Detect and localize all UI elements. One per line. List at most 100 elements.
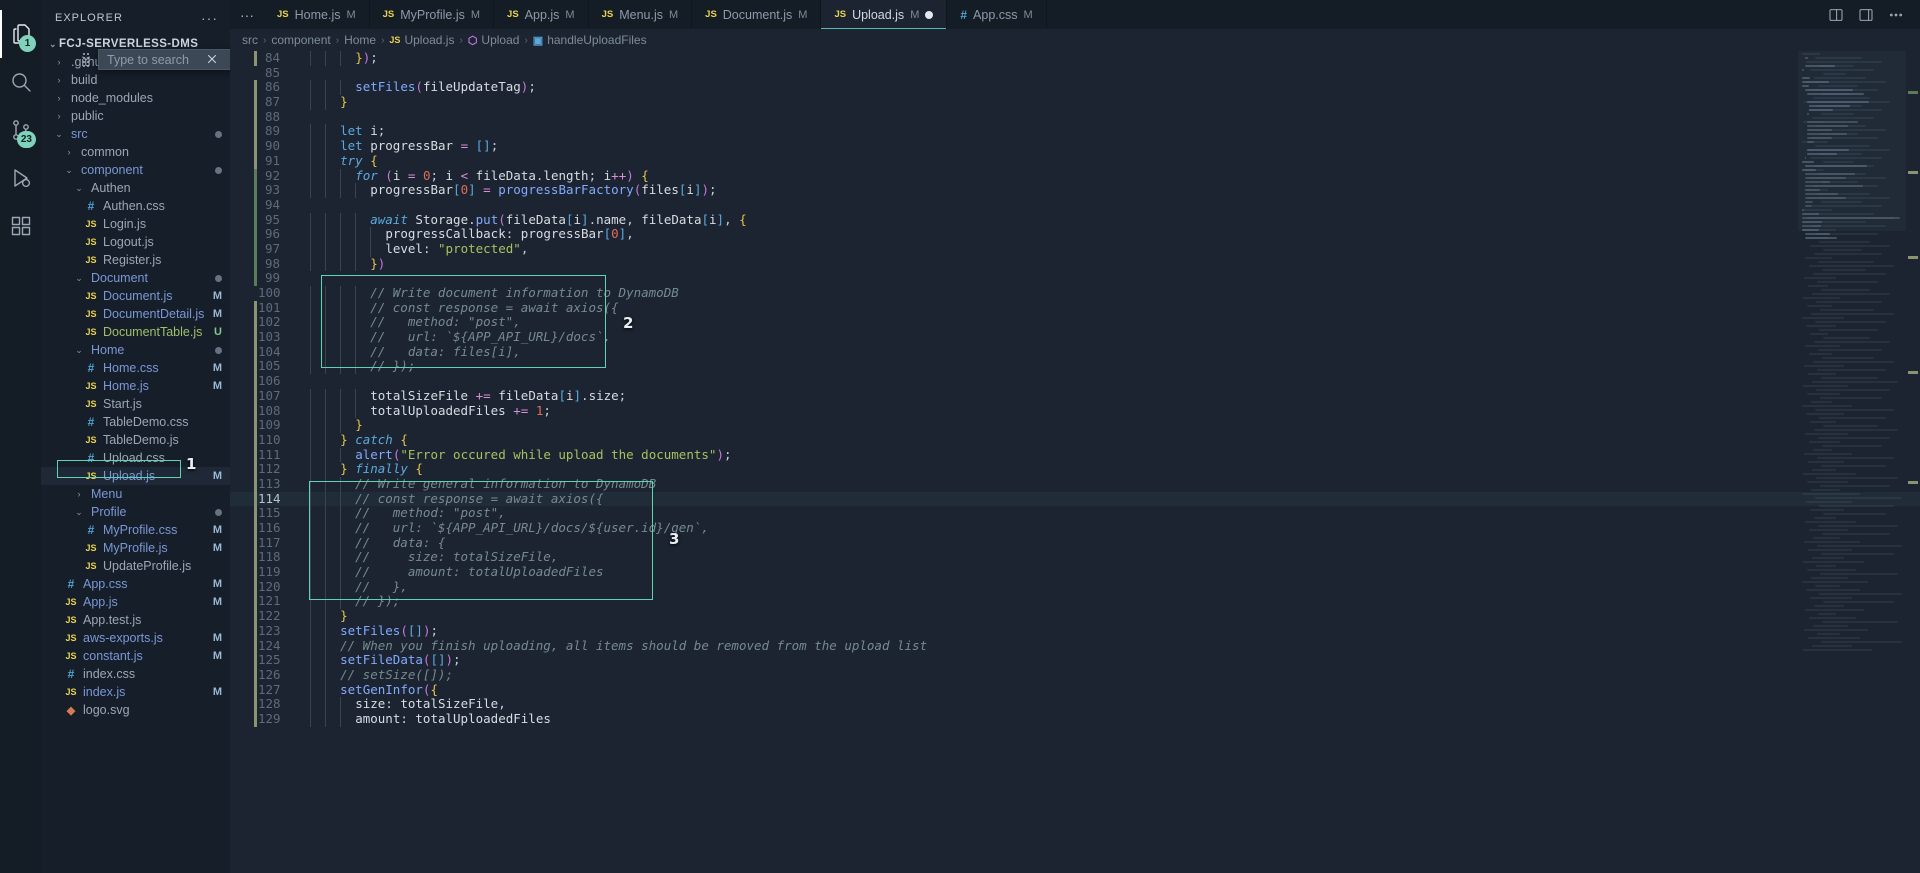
line-content[interactable]: amount: totalUploadedFiles — [292, 711, 551, 727]
tree-item-build[interactable]: › build — [41, 71, 230, 89]
code-line[interactable]: 106 — [230, 373, 1920, 389]
line-content[interactable]: // const response = await axios({ — [292, 491, 603, 507]
tree-item-app-test-js[interactable]: JS App.test.js — [41, 611, 230, 629]
tree-item-app-css[interactable]: # App.css M — [41, 575, 230, 593]
line-glyph-margin[interactable] — [230, 66, 258, 81]
line-content[interactable]: alert("Error occured while upload the do… — [292, 447, 731, 463]
line-content[interactable]: // method: "post", — [292, 315, 521, 330]
chevron-down-icon[interactable]: ⌄ — [73, 183, 85, 193]
search-widget-close-icon[interactable] — [204, 51, 220, 67]
tree-item-document-js[interactable]: JS Document.js M — [41, 287, 230, 305]
code-line[interactable]: 85 — [230, 65, 1920, 81]
line-content[interactable]: // When you finish uploading, all items … — [292, 638, 927, 654]
line-content[interactable]: try { — [292, 153, 378, 169]
tree-item-documenttable-js[interactable]: JS DocumentTable.js U — [41, 323, 230, 341]
line-content[interactable]: let progressBar = []; — [292, 138, 498, 154]
line-content[interactable]: level: "protected", — [292, 241, 528, 257]
code-line[interactable]: 97 level: "protected", — [230, 241, 1920, 257]
activity-item-search[interactable] — [0, 58, 41, 106]
more-actions-icon[interactable] — [1888, 7, 1904, 23]
breadcrumb-item-component[interactable]: component — [271, 33, 330, 47]
line-content[interactable] — [292, 271, 310, 286]
code-line[interactable]: 102 // method: "post", — [230, 315, 1920, 331]
code-line[interactable]: 111 alert("Error occured while upload th… — [230, 447, 1920, 463]
code-line[interactable]: 114 // const response = await axios({ — [230, 491, 1920, 507]
code-line[interactable]: 115 // method: "post", — [230, 505, 1920, 521]
tree-item-upload-css[interactable]: # Upload.css — [41, 449, 230, 467]
tree-item-logo-svg[interactable]: ◆ logo.svg — [41, 701, 230, 719]
code-line[interactable]: 107 totalSizeFile += fileData[i].size; — [230, 388, 1920, 404]
tree-item-updateprofile-js[interactable]: JS UpdateProfile.js — [41, 557, 230, 575]
tab-myprofile-js[interactable]: JS MyProfile.js M — [369, 0, 495, 29]
code-line[interactable]: 98 }) — [230, 256, 1920, 272]
line-content[interactable] — [292, 110, 310, 125]
code-line[interactable]: 94 — [230, 197, 1920, 213]
line-content[interactable] — [292, 374, 310, 389]
tree-item-register-js[interactable]: JS Register.js — [41, 251, 230, 269]
tree-item-src[interactable]: ⌄ src — [41, 125, 230, 143]
tree-item-aws-exports-js[interactable]: JS aws-exports.js M — [41, 629, 230, 647]
line-content[interactable]: }); — [292, 51, 378, 66]
code-line[interactable]: 121 // }); — [230, 594, 1920, 610]
activity-item-explorer[interactable]: 1 — [0, 10, 41, 58]
line-content[interactable]: // data: files[i], — [292, 344, 521, 360]
code-scroll-area[interactable]: 84 }); 85 86 setFiles(fileUpdateTag); 87 } 8… — [230, 51, 1920, 873]
tab-home-js[interactable]: JS Home.js M — [264, 0, 370, 29]
code-line[interactable]: 109 } — [230, 417, 1920, 433]
chevron-down-icon[interactable]: ⌄ — [73, 345, 85, 355]
tree-item-start-js[interactable]: JS Start.js — [41, 395, 230, 413]
line-content[interactable]: }) — [292, 256, 385, 272]
code-line[interactable]: 117 // data: { — [230, 535, 1920, 551]
code-line[interactable]: 88 — [230, 109, 1920, 125]
tree-item-component[interactable]: ⌄ component — [41, 161, 230, 179]
code-line[interactable]: 95 await Storage.put(fileData[i].name, f… — [230, 212, 1920, 228]
tab-app-css[interactable]: # App.css M — [947, 0, 1047, 29]
tree-item-menu[interactable]: › Menu — [41, 485, 230, 503]
code-line[interactable]: 126 // setSize([]); — [230, 667, 1920, 683]
tree-item-myprofile-css[interactable]: # MyProfile.css M — [41, 521, 230, 539]
code-line[interactable]: 120 // }, — [230, 579, 1920, 595]
code-line[interactable]: 122 } — [230, 608, 1920, 624]
code-line[interactable]: 86 setFiles(fileUpdateTag); — [230, 80, 1920, 96]
line-content[interactable]: totalSizeFile += fileData[i].size; — [292, 388, 626, 404]
editor-scrollbar[interactable] — [1906, 51, 1920, 873]
split-editor-right-icon[interactable] — [1828, 7, 1844, 23]
line-content[interactable]: } finally { — [292, 461, 423, 477]
code-line[interactable]: 118 // size: totalSizeFile, — [230, 550, 1920, 566]
line-content[interactable]: setFileData([]); — [292, 652, 460, 668]
line-content[interactable]: // data: { — [292, 535, 445, 551]
tree-item-home-js[interactable]: JS Home.js M — [41, 377, 230, 395]
line-content[interactable]: // size: totalSizeFile, — [292, 550, 558, 565]
breadcrumb-item-src[interactable]: src — [242, 33, 258, 47]
line-content[interactable] — [292, 198, 310, 213]
code-line[interactable]: 84 }); — [230, 51, 1920, 66]
chevron-down-icon[interactable]: ⌄ — [63, 165, 75, 175]
activity-item-run-debug[interactable] — [0, 154, 41, 202]
tree-item-app-js[interactable]: JS App.js M — [41, 593, 230, 611]
tree-item-documentdetail-js[interactable]: JS DocumentDetail.js M — [41, 305, 230, 323]
code-line[interactable]: 100 // Write document information to Dyn… — [230, 285, 1920, 301]
toggle-panel-icon[interactable] — [1858, 7, 1874, 23]
breadcrumb-item-upload-js[interactable]: JS Upload.js — [389, 33, 454, 47]
code-line[interactable]: 128 size: totalSizeFile, — [230, 696, 1920, 712]
line-content[interactable]: } — [292, 608, 348, 624]
tab-upload-js[interactable]: JS Upload.js M — [821, 0, 948, 29]
code-editor[interactable]: 84 }); 85 86 setFiles(fileUpdateTag); 87 } 8… — [230, 51, 1920, 873]
code-line[interactable]: 90 let progressBar = []; — [230, 138, 1920, 154]
line-content[interactable]: // setSize([]); — [292, 667, 453, 683]
tree-item-home[interactable]: ⌄ Home — [41, 341, 230, 359]
code-line[interactable]: 93 progressBar[0] = progressBarFactory(f… — [230, 182, 1920, 198]
tree-item-document[interactable]: ⌄ Document — [41, 269, 230, 287]
chevron-right-icon[interactable]: › — [63, 147, 75, 157]
line-content[interactable]: // amount: totalUploadedFiles — [292, 564, 603, 580]
code-line[interactable]: 108 totalUploadedFiles += 1; — [230, 403, 1920, 419]
chevron-right-icon[interactable]: › — [53, 57, 65, 67]
line-glyph-margin[interactable] — [230, 286, 258, 301]
tree-item-home-css[interactable]: # Home.css M — [41, 359, 230, 377]
tree-item-profile[interactable]: ⌄ Profile — [41, 503, 230, 521]
chevron-right-icon[interactable]: › — [53, 75, 65, 85]
tab-app-js[interactable]: JS App.js M — [494, 0, 589, 29]
line-content[interactable]: } — [292, 417, 363, 433]
line-content[interactable]: for (i = 0; i < fileData.length; i++) { — [292, 168, 649, 184]
line-content[interactable]: await Storage.put(fileData[i].name, file… — [292, 212, 746, 228]
